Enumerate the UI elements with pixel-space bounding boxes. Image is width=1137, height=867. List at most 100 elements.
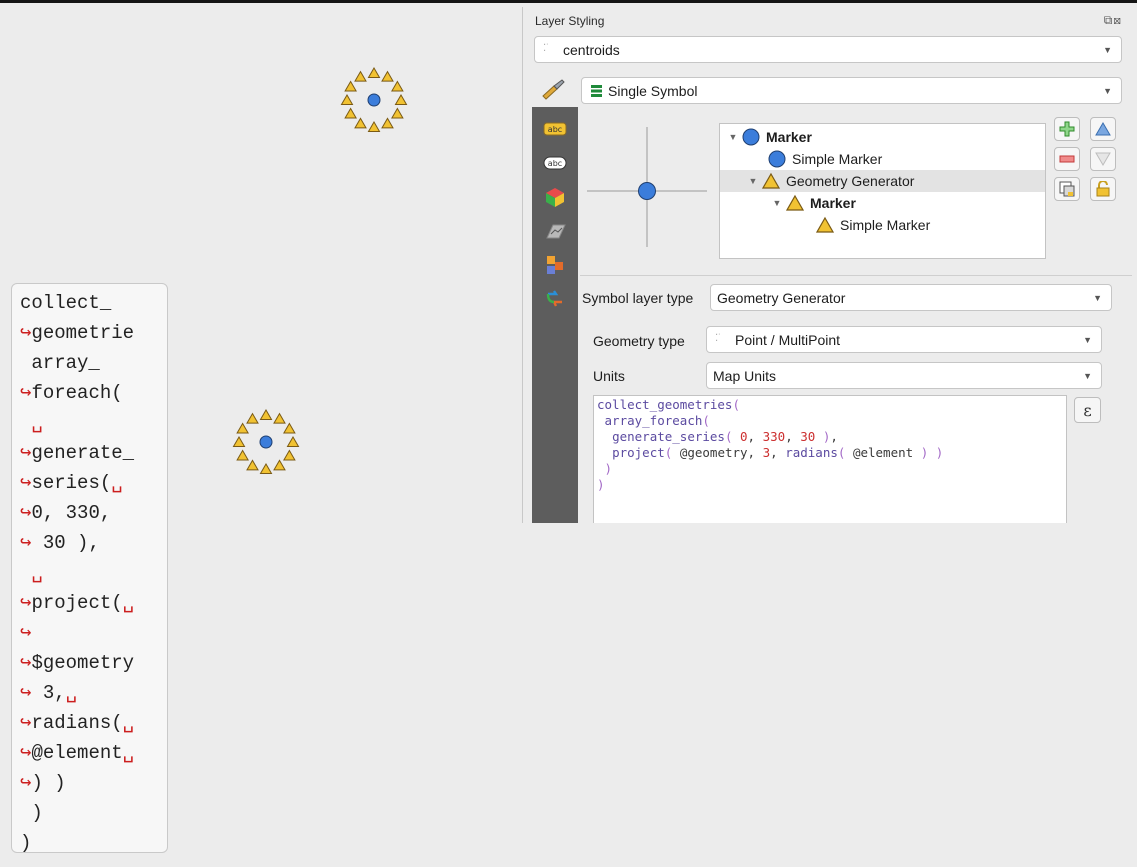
symbol-layer-type-combo[interactable]: Geometry Generator ▼ (710, 284, 1112, 311)
triangle-marker (259, 463, 273, 474)
triangle-marker (391, 80, 404, 92)
add-layer-button[interactable] (1054, 117, 1080, 141)
wrap-arrow-icon: ↪ (20, 442, 32, 464)
renderer-combo[interactable]: Single Symbol ▼ (581, 77, 1122, 104)
line-break-marker-icon: ␣ (122, 742, 135, 764)
code-line: ↪ 3,␣ (20, 684, 77, 703)
code-line: ↪ 30 ), (20, 534, 100, 553)
history-tab-icon[interactable] (542, 287, 568, 311)
symbol-preview (587, 127, 707, 247)
geometry-generator-ring (232, 409, 300, 474)
diagrams-tab-icon[interactable] (542, 219, 568, 243)
3d-view-tab-icon[interactable] (542, 185, 568, 209)
code-line: ␣ (20, 564, 42, 583)
wrap-arrow-icon: ↪ (20, 712, 32, 734)
expression-token: generate_series (612, 429, 725, 444)
chevron-down-icon: ▼ (1103, 44, 1112, 55)
expand-arrow-icon[interactable]: ▼ (746, 176, 760, 186)
lock-layer-button[interactable] (1090, 177, 1116, 201)
triangle-marker (367, 67, 381, 78)
symbol-layer-type-value: Geometry Generator (717, 289, 846, 306)
duplicate-layer-button[interactable] (1054, 177, 1080, 201)
float-icon[interactable]: ⧉ (1104, 13, 1114, 27)
geometry-generator-ring (340, 67, 408, 132)
triangle-marker (344, 80, 357, 92)
code-text: $geometry (31, 652, 135, 674)
expand-arrow-icon[interactable]: ▼ (726, 132, 740, 142)
layer-combo[interactable]: ⁚˙ centroids ▼ (534, 36, 1122, 63)
triangle-marker (344, 107, 357, 119)
arrow-down-icon (1095, 152, 1111, 166)
chevron-down-icon: ▼ (1083, 370, 1092, 381)
tree-item-label: Marker (766, 129, 812, 145)
move-down-button[interactable] (1090, 147, 1116, 171)
triangle-marker (354, 70, 367, 82)
line-break-marker-icon: ␣ (111, 472, 123, 494)
tree-item-marker[interactable]: ▼ Marker (720, 126, 1045, 148)
code-line: ↪foreach( (20, 384, 123, 403)
expression-token: ) (597, 477, 605, 492)
geometry-type-value: Point / MultiPoint (735, 331, 841, 348)
map-symbol-upper (334, 60, 414, 140)
expression-token: 330 (762, 429, 786, 444)
expression-token: ( (724, 429, 741, 444)
code-text: @element (31, 742, 123, 764)
expression-token: ) (597, 461, 613, 476)
triangle-marker (381, 70, 394, 82)
expression-token: array_foreach (604, 413, 703, 428)
wrap-arrow-icon: ↪ (20, 682, 32, 704)
move-up-button[interactable] (1090, 117, 1116, 141)
labels-tab-icon[interactable]: abc (542, 117, 568, 141)
units-value: Map Units (713, 367, 777, 384)
code-line: ↪series(␣ (20, 474, 123, 493)
tree-item-nested-simple-marker[interactable]: Simple Marker (720, 214, 1045, 236)
arrow-up-icon (1095, 122, 1111, 136)
expression-token (597, 445, 612, 460)
expression-token: ( (837, 445, 853, 460)
code-line: ␣ (20, 414, 42, 433)
code-text: ) (20, 832, 32, 853)
expression-line: ) (597, 461, 613, 476)
wrap-arrow-icon: ↪ (20, 382, 32, 404)
tree-item-geometry-generator[interactable]: ▼ Geometry Generator (720, 170, 1045, 192)
symbol-layer-tree: ▼ Marker Simple Marker ▼ Geometry Genera… (719, 123, 1046, 259)
expression-token: @geometry, (679, 445, 763, 460)
code-text: generate_ (31, 442, 135, 464)
close-icon[interactable]: ⊠ (1113, 13, 1122, 27)
code-text: ) ) (31, 772, 66, 794)
triangle-marker (381, 117, 394, 129)
geometry-type-combo[interactable]: ⁚˙ Point / MultiPoint ▼ (706, 326, 1102, 353)
triangle-marker (283, 449, 296, 461)
layer-styling-panel: Layer Styling ⧉⊠ ⁚˙ centroids ▼ Single S… (522, 7, 1132, 523)
units-combo[interactable]: Map Units ▼ (706, 362, 1102, 389)
expression-line: generate_series( 0, 330, 30 ), (597, 429, 838, 444)
tree-item-simple-marker[interactable]: Simple Marker (720, 148, 1045, 170)
panel-window-buttons[interactable]: ⧉⊠ (1104, 13, 1122, 28)
code-line: ↪project(␣ (20, 594, 134, 613)
style-tab-rail: abc abc (532, 107, 578, 523)
code-line: ↪0, 330, (20, 504, 111, 523)
wrap-arrow-icon: ↪ (20, 652, 32, 674)
code-text: 30 ), (31, 532, 100, 554)
rendering-tab-icon[interactable] (542, 253, 568, 277)
expression-token: collect_geometries (597, 397, 733, 412)
remove-layer-button[interactable] (1054, 147, 1080, 171)
code-text: collect_ (20, 292, 112, 314)
expression-line: array_foreach( (597, 413, 710, 428)
tree-item-label: Simple Marker (792, 151, 883, 167)
masks-tab-icon[interactable]: abc (542, 151, 568, 175)
line-break-marker-icon: ␣ (122, 712, 135, 734)
paintbrush-icon[interactable] (540, 78, 566, 100)
wrap-arrow-icon: ↪ (20, 772, 32, 794)
triangle-marker (283, 422, 296, 434)
expand-arrow-icon[interactable]: ▼ (770, 198, 784, 208)
wrap-arrow-icon: ↪ (20, 742, 32, 764)
expression-token: ) ) (913, 445, 944, 460)
code-line: ↪$geometry (20, 654, 134, 673)
tree-item-nested-marker[interactable]: ▼ Marker (720, 192, 1045, 214)
triangle-marker (367, 121, 381, 132)
expression-builder-button[interactable]: ε (1074, 397, 1101, 423)
wrap-arrow-icon: ↪ (20, 622, 32, 644)
expression-editor[interactable]: collect_geometries( array_foreach( gener… (593, 395, 1067, 523)
panel-divider (580, 275, 1132, 276)
